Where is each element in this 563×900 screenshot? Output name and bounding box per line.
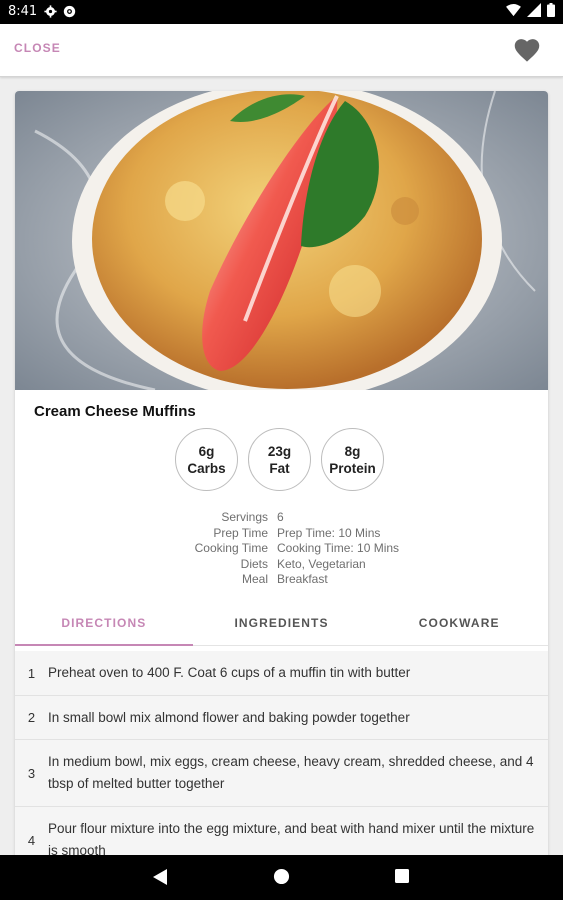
- macro-label: Fat: [269, 460, 290, 476]
- info-value: 6: [277, 510, 284, 524]
- app-bar: CLOSE: [0, 24, 563, 77]
- status-bar: 8:41: [0, 0, 563, 24]
- info-value: Prep Time: 10 Mins: [277, 525, 381, 540]
- tab-directions[interactable]: DIRECTIONS: [15, 603, 193, 646]
- info-value: Cooking Time: 10 Mins: [277, 541, 400, 555]
- recipe-info: Servings 6 Prep Time Prep Time: 10 Mins …: [15, 510, 548, 588]
- battery-icon: [547, 3, 555, 17]
- macro-label: Carbs: [187, 460, 226, 476]
- macro-carbs: 6g Carbs: [175, 428, 238, 491]
- recipe-card: Cream Cheese Muffins 6g Carbs 23g Fat 8g…: [15, 91, 548, 871]
- macro-value: 8g: [344, 443, 361, 459]
- info-value: Breakfast: [277, 572, 328, 586]
- macro-label: Protein: [329, 460, 376, 476]
- info-key: Prep Time: [213, 525, 268, 540]
- step-number: 3: [27, 765, 36, 781]
- info-row-cooking-time: Cooking Time Cooking Time: 10 Mins: [15, 541, 548, 557]
- navigation-bar: [0, 855, 563, 900]
- recents-icon[interactable]: [394, 868, 410, 884]
- directions-list: 1 Preheat oven to 400 F. Coat 6 cups of …: [15, 651, 548, 871]
- macro-fat: 23g Fat: [248, 428, 311, 491]
- tab-bar: DIRECTIONS INGREDIENTS COOKWARE: [15, 603, 548, 646]
- status-time: 8:41: [8, 4, 38, 19]
- info-row-diets: Diets Keto, Vegetarian: [15, 557, 548, 573]
- tab-cookware[interactable]: COOKWARE: [370, 603, 548, 645]
- signal-icon: [527, 3, 541, 17]
- back-icon[interactable]: [152, 868, 168, 886]
- heart-icon[interactable]: [513, 37, 541, 63]
- info-value: Keto, Vegetarian: [277, 556, 366, 571]
- gear-icon: [44, 5, 57, 18]
- step-number: 4: [27, 832, 36, 848]
- step-number: 2: [27, 710, 36, 725]
- info-key: Diets: [240, 556, 268, 571]
- recipe-title: Cream Cheese Muffins: [34, 403, 196, 420]
- step-text: Preheat oven to 400 F. Coat 6 cups of a …: [48, 665, 411, 680]
- step-text: In medium bowl, mix eggs, cream cheese, …: [48, 754, 534, 791]
- info-row-meal: Meal Breakfast: [15, 572, 548, 588]
- step-number: 1: [27, 665, 36, 681]
- macros-row: 6g Carbs 23g Fat 8g Protein: [175, 428, 384, 491]
- list-item: 3 In medium bowl, mix eggs, cream cheese…: [15, 740, 548, 807]
- macro-protein: 8g Protein: [321, 428, 384, 491]
- info-key: Servings: [221, 510, 268, 524]
- wifi-icon: [506, 3, 521, 16]
- info-key: Cooking Time: [194, 541, 268, 555]
- home-icon[interactable]: [273, 868, 290, 885]
- macro-value: 23g: [267, 443, 292, 459]
- close-button[interactable]: CLOSE: [14, 41, 61, 55]
- info-key: Meal: [241, 572, 268, 586]
- list-item: 1 Preheat oven to 400 F. Coat 6 cups of …: [15, 651, 548, 696]
- info-row-prep-time: Prep Time Prep Time: 10 Mins: [15, 526, 548, 542]
- list-item: 2 In small bowl mix almond flower and ba…: [15, 696, 548, 740]
- tab-ingredients[interactable]: INGREDIENTS: [193, 603, 371, 645]
- step-text: In small bowl mix almond flower and baki…: [48, 709, 410, 725]
- at-sign-icon: [63, 5, 76, 18]
- info-row-servings: Servings 6: [15, 510, 548, 526]
- recipe-photo: [15, 91, 548, 390]
- macro-value: 6g: [198, 443, 215, 459]
